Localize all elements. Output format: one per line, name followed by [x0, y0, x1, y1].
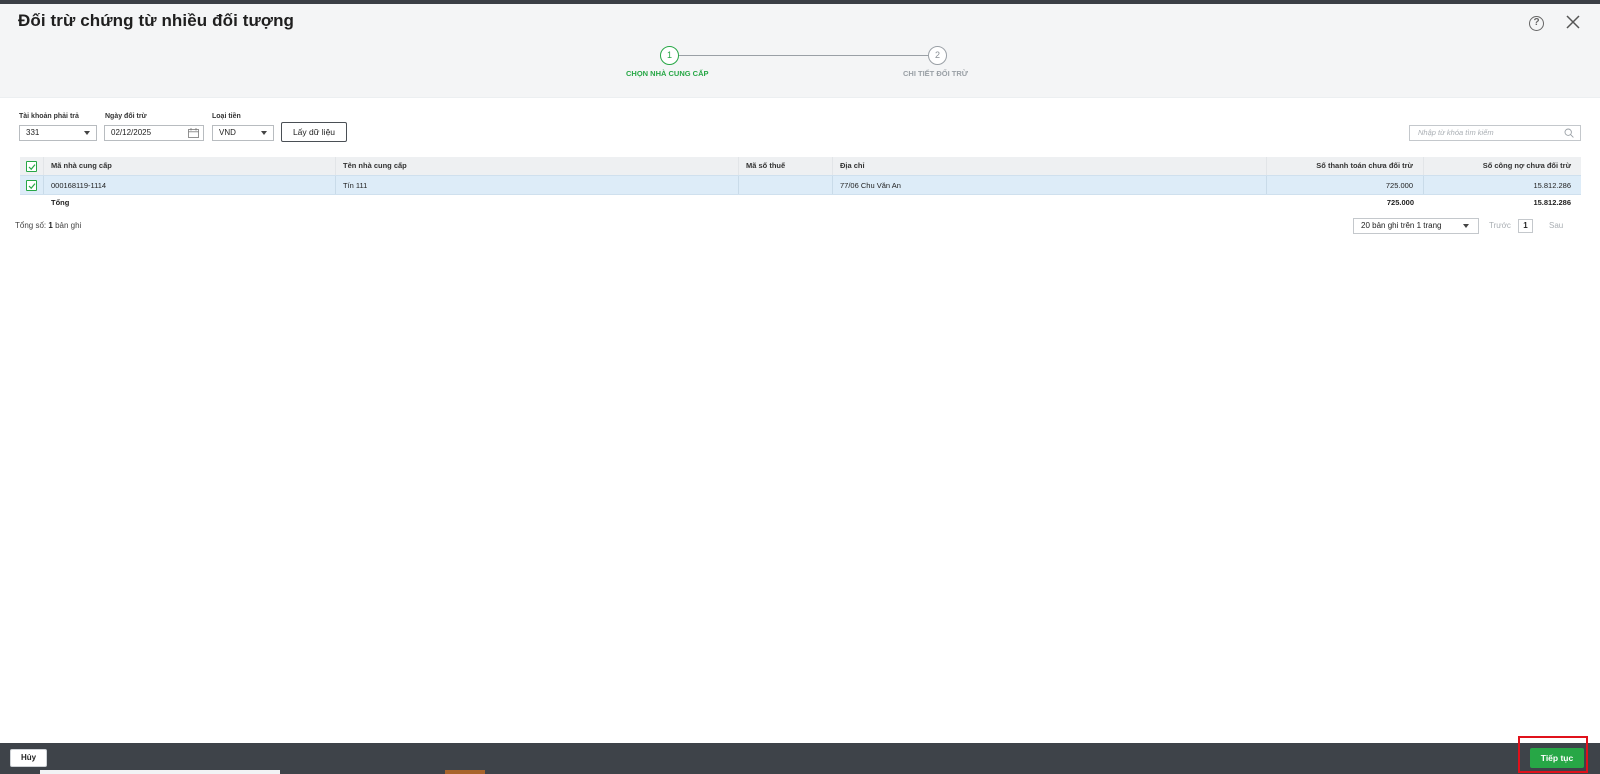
total-spacer	[739, 195, 833, 212]
dialog-title: Đối trừ chứng từ nhiều đối tượng	[18, 11, 295, 30]
cell-address: 77/06 Chu Văn An	[833, 176, 1267, 194]
chevron-down-icon	[84, 131, 90, 135]
grid-header-row: Mã nhà cung cấp Tên nhà cung cấp Mã số t…	[20, 157, 1581, 175]
account-select[interactable]: 331	[19, 125, 97, 141]
column-header-code[interactable]: Mã nhà cung cấp	[44, 157, 336, 175]
search-icon[interactable]	[1564, 128, 1574, 138]
column-header-unpaid-debt[interactable]: Số công nợ chưa đối trừ	[1424, 157, 1581, 175]
currency-label: Loại tiền	[212, 113, 241, 120]
supplier-grid: Mã nhà cung cấp Tên nhà cung cấp Mã số t…	[20, 157, 1581, 212]
column-header-address[interactable]: Địa chỉ	[833, 157, 1267, 175]
chevron-down-icon	[261, 131, 267, 135]
checkbox-checked-icon	[28, 183, 36, 190]
row-select-cell[interactable]	[20, 176, 44, 194]
currency-select[interactable]: VND	[212, 125, 274, 141]
page-size-value: 20 bản ghi trên 1 trang	[1361, 221, 1442, 230]
cell-unpaid-payment: 725.000	[1267, 176, 1424, 194]
cancel-button[interactable]: Hủy	[10, 749, 47, 767]
total-spacer	[833, 195, 1267, 212]
taskbar-strip	[40, 770, 280, 774]
cell-tax-code	[739, 176, 833, 194]
select-all-checkbox[interactable]	[26, 161, 37, 172]
account-label: Tài khoản phải trả	[19, 113, 79, 120]
wizard-stepper: 1 2 CHỌN NHÀ CUNG CẤP CHI TIẾT ĐỐI TRỪ	[0, 38, 1600, 98]
row-checkbox[interactable]	[26, 180, 37, 191]
account-value: 331	[26, 128, 40, 137]
date-picker[interactable]: 02/12/2025	[104, 125, 204, 141]
total-spacer	[336, 195, 739, 212]
help-icon[interactable]: ?	[1529, 16, 1544, 31]
column-header-name[interactable]: Tên nhà cung cấp	[336, 157, 739, 175]
pager-prev-button[interactable]: Trước	[1489, 221, 1511, 230]
checkbox-checked-icon	[28, 164, 36, 171]
currency-value: VND	[219, 128, 236, 137]
grid-total-row: Tổng 725.000 15.812.286	[20, 195, 1581, 212]
taskbar-strip-accent	[445, 770, 485, 774]
page-size-select[interactable]: 20 bản ghi trên 1 trang	[1353, 218, 1479, 234]
close-icon[interactable]	[1564, 13, 1582, 31]
date-value: 02/12/2025	[111, 128, 152, 137]
select-all-cell[interactable]	[20, 157, 44, 175]
search-box[interactable]	[1409, 125, 1581, 141]
highlight-annotation	[1518, 736, 1588, 773]
cell-supplier-name: Tín 111	[336, 176, 739, 194]
total-spacer	[20, 195, 44, 212]
step-connector	[679, 55, 928, 56]
filter-bar: Tài khoản phải trả 331 Ngày đối trừ 02/1…	[0, 110, 1600, 146]
cell-unpaid-debt: 15.812.286	[1533, 181, 1571, 190]
table-row[interactable]: 000168119-1114 Tín 111 77/06 Chu Văn An …	[20, 175, 1581, 195]
search-input[interactable]	[1418, 128, 1558, 137]
total-label: Tổng	[51, 198, 70, 207]
calendar-icon[interactable]	[188, 128, 199, 138]
cell-supplier-code: 000168119-1114	[44, 176, 336, 194]
total-unpaid-debt: 15.812.286	[1533, 198, 1571, 207]
pager-current-page[interactable]: 1	[1518, 219, 1533, 233]
step-2-indicator: 2	[928, 46, 947, 65]
total-unpaid-payment: 725.000	[1386, 198, 1414, 207]
column-header-unpaid-payment[interactable]: Số thanh toán chưa đối trừ	[1267, 157, 1424, 175]
record-count-value: 1	[48, 221, 53, 230]
pager-next-button[interactable]: Sau	[1549, 221, 1563, 230]
date-label: Ngày đối trừ	[105, 113, 147, 120]
record-count-prefix: Tổng số:	[15, 221, 47, 230]
record-count-suffix: bản ghi	[55, 221, 82, 230]
column-header-tax-code[interactable]: Mã số thuế	[739, 157, 833, 175]
fetch-data-button[interactable]: Lấy dữ liệu	[281, 122, 347, 142]
chevron-down-icon	[1463, 224, 1469, 228]
record-count: Tổng số: 1 bản ghi	[15, 221, 81, 230]
step-2-label: CHI TIẾT ĐỐI TRỪ	[903, 69, 968, 78]
step-1-label: CHỌN NHÀ CUNG CẤP	[626, 69, 709, 78]
dialog-header: Đối trừ chứng từ nhiều đối tượng ?	[0, 4, 1600, 38]
step-1-indicator: 1	[660, 46, 679, 65]
